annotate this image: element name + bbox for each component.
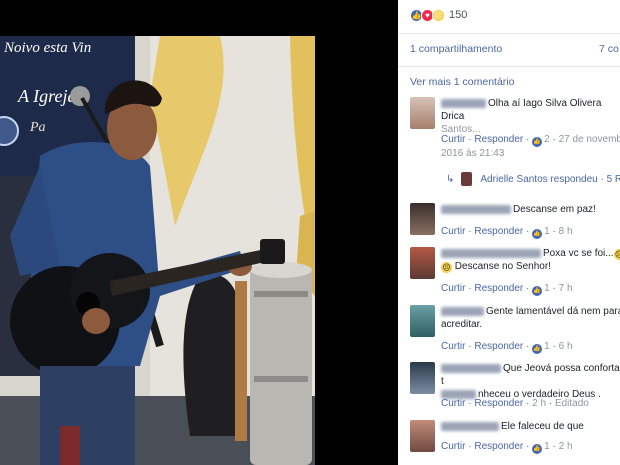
like-count: 1 xyxy=(544,341,550,352)
like-link[interactable]: Curtir xyxy=(441,341,465,352)
timestamp-continued[interactable]: 2016 às 21:43 xyxy=(441,148,504,159)
sad-icon: ☹ xyxy=(432,8,445,22)
comment-text: Poxa vc se foi... xyxy=(543,248,614,259)
reply-link[interactable]: Responder xyxy=(474,441,523,452)
comment-body: Gente lamentável dá nem para acreditar. xyxy=(441,305,620,331)
timestamp[interactable]: 27 de novembro de xyxy=(559,134,620,145)
avatar[interactable] xyxy=(410,247,435,279)
like-count-icon: 👍 xyxy=(532,344,543,354)
divider xyxy=(398,66,620,67)
comment-text: Gente lamentável dá nem para xyxy=(486,306,620,317)
avatar[interactable] xyxy=(410,420,435,452)
like-count-icon: 👍 xyxy=(532,229,543,239)
photo-illustration: Noivo esta Vin A Igreja Pa xyxy=(0,36,315,465)
banner-text-3: Pa xyxy=(29,120,46,135)
reply-link[interactable]: Responder xyxy=(474,341,523,352)
comment-actions: Curtir · Responder · 👍2 · 27 de novembro… xyxy=(441,133,620,160)
like-link[interactable]: Curtir xyxy=(441,441,465,452)
comments-panel: 👍 ♥ ☹ 150 1 compartilhamento 7 co Ver ma… xyxy=(398,0,620,465)
like-link[interactable]: Curtir xyxy=(441,283,465,294)
avatar[interactable] xyxy=(410,97,435,129)
replier-avatar xyxy=(461,172,473,186)
commenter-name[interactable] xyxy=(441,421,499,431)
reply-arrow-icon: ↳ xyxy=(446,173,455,185)
timestamp[interactable]: 2 h xyxy=(532,398,546,409)
like-link[interactable]: Curtir xyxy=(441,398,465,409)
commenter-name[interactable] xyxy=(441,204,511,214)
reactions-summary[interactable]: 👍 ♥ ☹ 150 xyxy=(410,6,467,24)
like-count: 2 xyxy=(544,134,550,145)
sad-emoji-icon: ☹ xyxy=(441,262,452,273)
comment-body: Que Jeová possa confortar t nheceu o ver… xyxy=(441,362,620,401)
comment-body: Poxa vc se foi...☹ ☹ Descanse no Senhor! xyxy=(441,247,620,273)
reply-link[interactable]: Responder xyxy=(474,226,523,237)
commenter-name[interactable] xyxy=(441,363,501,373)
timestamp[interactable]: 6 h xyxy=(559,341,573,352)
comments-count-link[interactable]: 7 co xyxy=(599,43,619,55)
banner-text-1: Noivo esta Vin xyxy=(3,40,91,56)
commenter-name[interactable] xyxy=(441,248,541,258)
avatar[interactable] xyxy=(410,305,435,337)
banner-text-2: A Igreja xyxy=(17,86,77,106)
comment-text: Ele faleceu de que xyxy=(501,421,584,432)
like-link[interactable]: Curtir xyxy=(441,226,465,237)
reply-link[interactable]: Responder xyxy=(474,134,523,145)
timestamp[interactable]: 2 h xyxy=(559,441,573,452)
divider xyxy=(398,33,620,34)
reaction-count: 150 xyxy=(449,9,468,21)
comment-actions: Curtir · Responder · 👍 1 · 7 h xyxy=(441,283,573,296)
timestamp[interactable]: 7 h xyxy=(559,283,573,294)
like-count: 1 xyxy=(544,441,550,452)
sad-emoji-icon: ☹ xyxy=(613,249,620,260)
comment-text-continued: Descanse no Senhor! xyxy=(454,261,551,272)
comment-body: Descanse em paz! xyxy=(441,203,620,216)
commenter-name[interactable] xyxy=(441,98,486,108)
timestamp[interactable]: 8 h xyxy=(559,226,573,237)
comment-body: Ele faleceu de que xyxy=(441,420,620,433)
comment-actions: Curtir · Responder · 👍 1 · 2 h xyxy=(441,441,573,454)
comment-actions: Curtir · Responder · 2 h · Editado xyxy=(441,398,589,409)
like-link[interactable]: Curtir xyxy=(441,134,465,145)
post-photo[interactable]: Noivo esta Vin A Igreja Pa xyxy=(0,36,315,465)
edited-label: Editado xyxy=(554,398,589,409)
like-count: 1 xyxy=(544,283,550,294)
replies-summary[interactable]: ↳ Adrielle Santos respondeu · 5 Resp xyxy=(446,172,620,186)
comment-body: Olha aí Iago Silva Olivera Drica Santos.… xyxy=(441,97,620,136)
shares-link[interactable]: 1 compartilhamento xyxy=(410,43,502,55)
like-count-icon: 👍 xyxy=(532,137,543,147)
avatar[interactable] xyxy=(410,362,435,394)
replies-summary-text: Adrielle Santos respondeu · 5 Resp xyxy=(480,173,620,185)
reply-link[interactable]: Responder xyxy=(474,283,523,294)
comment-text-continued: acreditar. xyxy=(441,319,483,330)
like-count-icon: 👍 xyxy=(532,286,543,296)
avatar[interactable] xyxy=(410,203,435,235)
commenter-name[interactable] xyxy=(441,306,484,316)
facebook-photo-viewer: Noivo esta Vin A Igreja Pa 👍 ♥ ☹ 150 1 c… xyxy=(0,0,620,465)
comment-actions: Curtir · Responder · 👍 1 · 8 h xyxy=(441,226,573,239)
comment-text: Descanse em paz! xyxy=(513,204,596,215)
comment-actions: Curtir · Responder · 👍 1 · 6 h xyxy=(441,341,573,354)
see-more-comments-link[interactable]: Ver mais 1 comentário xyxy=(410,76,514,88)
like-count: 1 xyxy=(544,226,550,237)
like-count-icon: 👍 xyxy=(532,444,543,454)
reply-link[interactable]: Responder xyxy=(474,398,523,409)
